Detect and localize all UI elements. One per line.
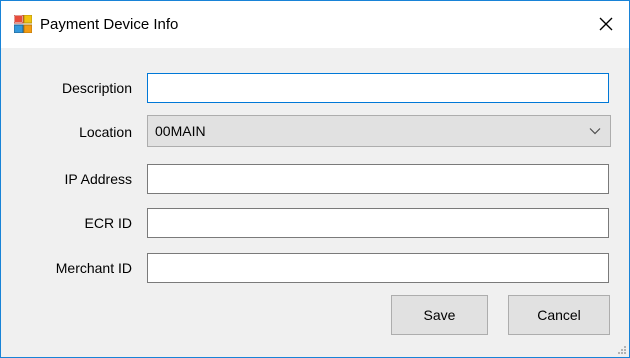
merchant-id-label: Merchant ID [55, 260, 132, 276]
location-label: Location [79, 124, 132, 140]
close-icon [599, 17, 613, 31]
resize-grip-icon[interactable] [617, 345, 626, 354]
close-button[interactable] [583, 1, 629, 47]
description-input[interactable] [147, 73, 609, 103]
chevron-down-icon [589, 128, 601, 135]
location-select[interactable]: 00MAIN [147, 115, 611, 147]
location-selected-value: 00MAIN [155, 123, 206, 139]
window-title: Payment Device Info [40, 16, 179, 33]
app-window-icon [14, 15, 32, 33]
save-button[interactable]: Save [391, 295, 488, 335]
ecr-id-input[interactable] [147, 208, 609, 238]
dialog-body: Description Location 00MAIN IP Address E… [1, 48, 629, 357]
merchant-id-input[interactable] [147, 253, 609, 283]
cancel-button[interactable]: Cancel [508, 295, 610, 335]
ecr-id-label: ECR ID [84, 215, 132, 231]
ip-address-input[interactable] [147, 164, 609, 194]
ip-address-label: IP Address [64, 171, 132, 187]
payment-device-info-dialog: Payment Device Info Description Location… [0, 0, 630, 358]
title-bar[interactable]: Payment Device Info [1, 1, 629, 48]
description-label: Description [61, 80, 132, 96]
